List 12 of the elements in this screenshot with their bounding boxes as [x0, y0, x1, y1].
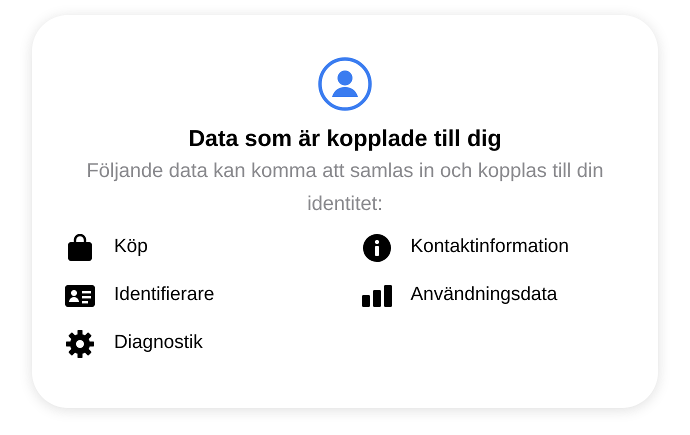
card-subtitle: Följande data kan komma att samlas in och kopplas till din identitet:	[86, 159, 604, 217]
card-title: Data som är kopplade till dig	[188, 124, 502, 153]
id-card-icon	[65, 284, 95, 306]
item-label: Kontaktinformation	[410, 235, 569, 260]
item-label: Köp	[114, 235, 148, 260]
bag-icon	[67, 234, 93, 262]
person-icon	[318, 57, 372, 111]
info-icon	[362, 234, 390, 262]
item-label: Användningsdata	[410, 283, 558, 308]
bar-chart-icon	[362, 284, 392, 306]
item-label: Identifierare	[114, 283, 214, 308]
item-label: Diagnostik	[114, 331, 203, 356]
